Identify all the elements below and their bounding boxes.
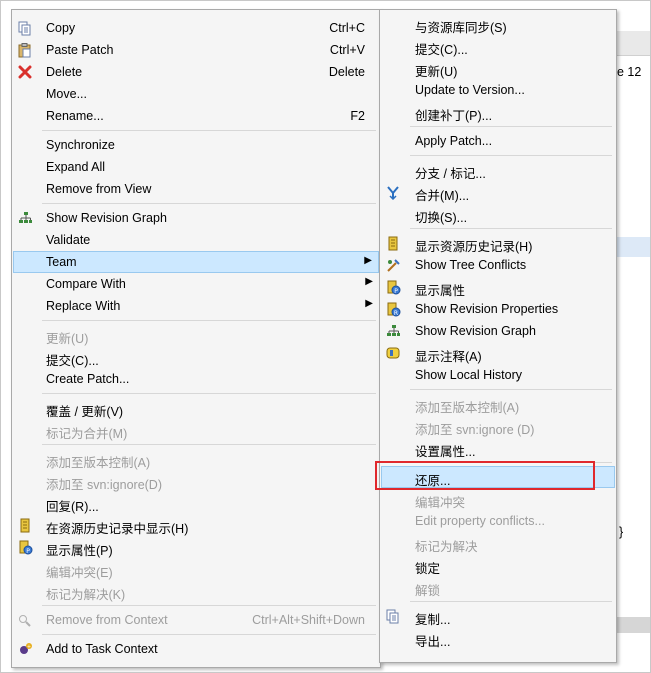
submenu-item-edit-conflicts[interactable]: 编辑冲突: [381, 488, 615, 510]
submenu-item-show-local-history[interactable]: Show Local History: [381, 364, 615, 386]
menu-item-expand-all[interactable]: Expand All: [13, 156, 379, 178]
menu-item-compare-with[interactable]: Compare With ▶: [13, 273, 379, 295]
submenu-item-merge[interactable]: 合并(M)...: [381, 181, 615, 203]
annotate-icon: [385, 345, 401, 361]
submenu-item-synchronize-repo[interactable]: 与资源库同步(S): [381, 13, 615, 35]
menu-item-team[interactable]: Team ▶: [13, 251, 379, 273]
context-menu: Copy Ctrl+C Paste Patch Ctrl+V Delete De…: [11, 9, 381, 668]
submenu-item-unlock[interactable]: 解锁: [381, 576, 615, 598]
revision-graph-icon: [17, 210, 33, 226]
menu-item-paste-patch[interactable]: Paste Patch Ctrl+V: [13, 39, 379, 61]
menu-item-move[interactable]: Move...: [13, 83, 379, 105]
menu-item-rename[interactable]: Rename... F2: [13, 105, 379, 127]
menu-separator: [42, 634, 376, 635]
menu-separator: [42, 393, 376, 394]
submenu-item-switch[interactable]: 切换(S)...: [381, 203, 615, 225]
submenu-item-mark-resolved[interactable]: 标记为解决: [381, 532, 615, 554]
menu-item-delete[interactable]: Delete Delete: [13, 61, 379, 83]
background-editor-header: [615, 31, 650, 56]
menu-separator: [42, 130, 376, 131]
submenu-item-add-to-version-control[interactable]: 添加至版本控制(A): [381, 393, 615, 415]
submenu-item-show-revision-graph[interactable]: Show Revision Graph: [381, 320, 615, 342]
menu-item-replace-with[interactable]: Replace With ▶: [13, 295, 379, 317]
add-context-icon: +: [17, 641, 33, 657]
menu-item-mark-resolved[interactable]: 标记为解决(K): [13, 580, 379, 602]
revision-properties-icon: R: [385, 301, 401, 317]
submenu-item-show-tree-conflicts[interactable]: Show Tree Conflicts: [381, 254, 615, 276]
background-selected-row: [615, 237, 650, 257]
menu-item-edit-conflicts[interactable]: 编辑冲突(E): [13, 558, 379, 580]
menu-separator: [42, 444, 376, 445]
menu-separator: [410, 601, 612, 602]
menu-item-mark-merged[interactable]: 标记为合并(M): [13, 419, 379, 441]
menu-separator: [42, 320, 376, 321]
annotation-highlight-box: [375, 461, 595, 490]
menu-item-update[interactable]: 更新(U): [13, 324, 379, 346]
menu-separator: [410, 126, 612, 127]
submenu-arrow-icon: ▶: [364, 255, 372, 266]
submenu-item-show-annotate[interactable]: 显示注释(A): [381, 342, 615, 364]
submenu-item-create-patch[interactable]: 创建补丁(P)...: [381, 101, 615, 123]
history-icon: [17, 517, 33, 533]
menu-item-override-update[interactable]: 覆盖 / 更新(V): [13, 397, 379, 419]
menu-item-show-in-history[interactable]: 在资源历史记录中显示(H): [13, 514, 379, 536]
menu-separator: [410, 155, 612, 156]
revision-graph-icon: [385, 323, 401, 339]
submenu-item-copy[interactable]: 复制...: [381, 605, 615, 627]
submenu-item-export[interactable]: 导出...: [381, 627, 615, 649]
menu-item-remove-from-context[interactable]: Remove from Context Ctrl+Alt+Shift+Down: [13, 609, 379, 631]
delete-icon: [17, 64, 33, 80]
submenu-item-show-properties[interactable]: P 显示属性: [381, 276, 615, 298]
properties-icon: P: [17, 539, 33, 555]
menu-item-revert[interactable]: 回复(R)...: [13, 492, 379, 514]
svg-text:P: P: [394, 288, 398, 295]
background-scrollbar: [615, 617, 650, 633]
menu-separator: [42, 605, 376, 606]
menu-item-add-to-task-context[interactable]: + Add to Task Context: [13, 638, 379, 660]
submenu-item-edit-property-conflicts[interactable]: Edit property conflicts...: [381, 510, 615, 532]
background-brace: }: [619, 525, 624, 539]
submenu-item-commit[interactable]: 提交(C)...: [381, 35, 615, 57]
copy-icon: [17, 20, 33, 36]
merge-icon: [385, 184, 401, 200]
history-icon: [385, 235, 401, 251]
submenu-arrow-icon: ▶: [365, 298, 373, 309]
menu-separator: [410, 228, 612, 229]
submenu-item-show-revision-properties[interactable]: R Show Revision Properties: [381, 298, 615, 320]
submenu-item-update[interactable]: 更新(U): [381, 57, 615, 79]
menu-separator: [42, 203, 376, 204]
menu-item-add-to-version-control[interactable]: 添加至版本控制(A): [13, 448, 379, 470]
menu-item-validate[interactable]: Validate: [13, 229, 379, 251]
menu-separator: [410, 389, 612, 390]
team-submenu: 与资源库同步(S) 提交(C)... 更新(U) Update to Versi…: [379, 9, 617, 663]
menu-item-synchronize[interactable]: Synchronize: [13, 134, 379, 156]
submenu-item-update-to-version[interactable]: Update to Version...: [381, 79, 615, 101]
menu-item-show-revision-graph[interactable]: Show Revision Graph: [13, 207, 379, 229]
remove-context-icon: [17, 612, 33, 628]
svg-text:+: +: [26, 644, 30, 650]
submenu-arrow-icon: ▶: [365, 276, 373, 287]
properties-icon: P: [385, 279, 401, 295]
menu-item-add-to-svn-ignore[interactable]: 添加至 svn:ignore(D): [13, 470, 379, 492]
background-editor-text: e 12: [617, 65, 642, 79]
menu-item-create-patch[interactable]: Create Patch...: [13, 368, 379, 390]
submenu-item-apply-patch[interactable]: Apply Patch...: [381, 130, 615, 152]
submenu-item-lock[interactable]: 锁定: [381, 554, 615, 576]
screenshot-frame: e 12 } Copy Ctrl+C Paste Patch Ctrl+V De…: [0, 0, 651, 673]
copy-icon: [385, 608, 401, 624]
menu-item-remove-from-view[interactable]: Remove from View: [13, 178, 379, 200]
svg-text:P: P: [26, 548, 30, 555]
submenu-item-branch-tag[interactable]: 分支 / 标记...: [381, 159, 615, 181]
menu-item-copy[interactable]: Copy Ctrl+C: [13, 17, 379, 39]
svg-text:R: R: [393, 310, 397, 317]
menu-item-show-properties[interactable]: P 显示属性(P): [13, 536, 379, 558]
submenu-item-show-history[interactable]: 显示资源历史记录(H): [381, 232, 615, 254]
submenu-item-add-to-svn-ignore[interactable]: 添加至 svn:ignore (D): [381, 415, 615, 437]
menu-item-commit[interactable]: 提交(C)...: [13, 346, 379, 368]
tree-conflicts-icon: [385, 257, 401, 273]
paste-icon: [17, 42, 33, 58]
submenu-item-set-property[interactable]: 设置属性...: [381, 437, 615, 459]
